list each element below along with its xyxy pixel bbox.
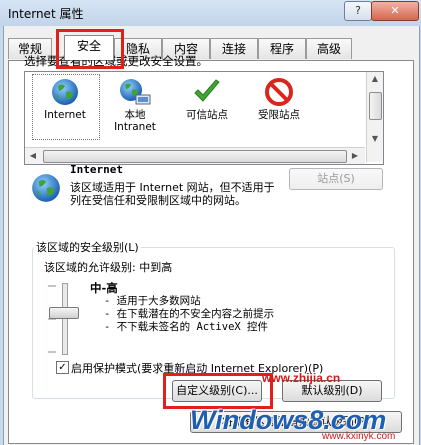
scroll-down-icon[interactable]: ▼	[367, 132, 383, 146]
selected-zone-name: Internet	[70, 163, 123, 176]
tab-programs[interactable]: 程序	[258, 38, 306, 59]
zones-vertical-scrollbar[interactable]: ▲ ▼	[366, 72, 383, 162]
security-level-name: 中-高	[90, 281, 118, 295]
zone-restricted-sites[interactable]: 受限站点	[244, 77, 314, 121]
tab-advanced[interactable]: 高级	[306, 38, 352, 59]
scroll-left-icon[interactable]: ◀	[25, 148, 41, 164]
globe-icon	[52, 79, 78, 105]
zone-prompt: 选择要查看的区域或更改安全设置。	[24, 54, 208, 68]
zone-local-intranet[interactable]: 本地 Intranet	[100, 77, 170, 133]
watermark-site-bottom: www.kxinyk.com	[322, 431, 396, 442]
tab-strip: 常规 安全 隐私 内容 连接 程序 高级	[8, 35, 418, 60]
security-level-description: - 适用于大多数网站 - 在下载潜在的不安全内容之前提示 - 不下载未签名的 A…	[104, 295, 274, 334]
security-slider-thumb[interactable]	[49, 307, 79, 319]
security-level-group-label: 该区域的安全级别(L)	[34, 239, 141, 255]
level-item: - 适用于大多数网站	[104, 295, 201, 307]
close-icon: ✕	[390, 4, 400, 17]
checkmark-glyph-icon: ✓	[58, 362, 67, 373]
prohibited-icon	[265, 78, 293, 106]
zone-internet[interactable]: Internet	[30, 77, 100, 121]
level-item: - 在下载潜在的不安全内容之前提示	[104, 308, 275, 320]
close-button[interactable]: ✕	[371, 1, 419, 21]
scroll-right-icon[interactable]: ▶	[347, 148, 363, 164]
scroll-up-icon[interactable]: ▲	[367, 72, 383, 86]
custom-level-button[interactable]: 自定义级别(C)...	[172, 380, 262, 402]
tab-security[interactable]: 安全	[64, 35, 114, 60]
selected-zone-globe-icon	[32, 174, 60, 202]
horizontal-scroll-thumb[interactable]	[43, 150, 347, 163]
protected-mode-checkbox[interactable]: ✓	[56, 361, 69, 374]
watermark-site-top: www.zhijia.cn	[262, 371, 341, 385]
window-title: Internet 属性	[8, 7, 84, 21]
selected-zone-description: 该区域适用于 Internet 网站，但不适用于列在受信任和受限制区域中的网站。	[70, 181, 275, 207]
zones-horizontal-scrollbar[interactable]: ◀ ▶	[25, 147, 365, 164]
slider-ticks	[48, 285, 56, 353]
level-item: - 不下载未签名的 ActiveX 控件	[104, 321, 269, 333]
allowed-levels-text: 该区域的允许级别: 中到高	[44, 261, 173, 274]
zone-trusted-sites[interactable]: 可信站点	[172, 77, 242, 121]
help-button[interactable]: ?	[344, 1, 372, 21]
intranet-globe-icon	[120, 79, 151, 105]
checkmark-icon	[194, 79, 220, 102]
scroll-thumb[interactable]	[369, 92, 382, 120]
zones-list: Internet 本地 Intranet 可信站点 受限站点 ▲ ▼ ◀ ▶	[24, 71, 384, 165]
help-icon: ?	[355, 4, 361, 17]
title-bar: Internet 属性 ? ✕	[0, 0, 421, 26]
tab-connections[interactable]: 连接	[210, 38, 258, 59]
sites-button[interactable]: 站点(S)	[289, 168, 383, 190]
